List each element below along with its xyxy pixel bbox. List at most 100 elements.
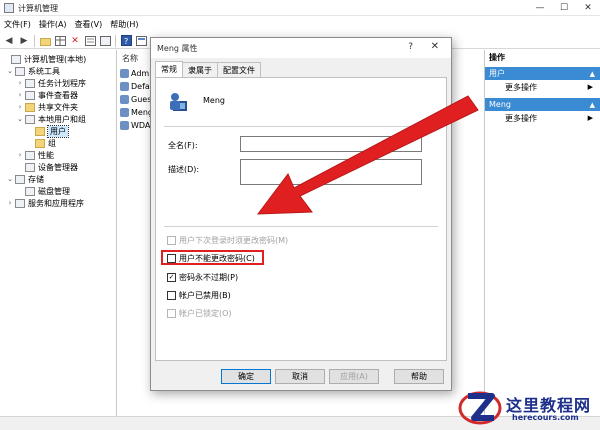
users-icon [25, 114, 35, 124]
user-icon [120, 94, 129, 104]
menu-view[interactable]: 查看(V) [75, 19, 103, 30]
tree-item-shared-folders[interactable]: › 共享文件夹 [16, 101, 78, 113]
tree-item-system-tools[interactable]: ⌄ 系统工具 [6, 65, 60, 77]
menu-help[interactable]: 帮助(H) [110, 19, 138, 30]
user-icon [120, 107, 129, 117]
list-item[interactable]: WDA [119, 119, 150, 131]
column-header-name[interactable]: 名称 [119, 53, 138, 63]
storage-icon [15, 174, 25, 184]
menubar: 文件(F) 操作(A) 查看(V) 帮助(H) [0, 17, 600, 32]
tree-item-users[interactable]: 用户 [26, 124, 69, 138]
export-icon[interactable] [99, 35, 111, 47]
event-viewer-icon [25, 90, 35, 100]
window-controls: — ☐ ✕ [528, 0, 600, 16]
general-tab-panel: Meng 全名(F): 描述(D): 用户下次登录时须更改密码(M) 用户不能更… [155, 77, 447, 361]
expand-icon: › [18, 79, 22, 87]
watermark-url: herecours.com [512, 413, 579, 422]
help-icon[interactable]: ? [120, 35, 132, 47]
disk-icon [25, 186, 35, 196]
fullname-input[interactable] [240, 136, 422, 152]
actions-section-users[interactable]: 用户 ▲ [485, 67, 600, 80]
tree-item-groups[interactable]: 组 [26, 137, 56, 149]
apply-button[interactable]: 应用(A) [329, 369, 379, 384]
user-icon [120, 81, 129, 91]
main-titlebar: 计算机管理 — ☐ ✕ [0, 0, 600, 16]
folder-icon [35, 126, 45, 136]
back-icon[interactable]: ◀ [3, 35, 15, 47]
tree-item-local-users-groups[interactable]: ⌄ 本地用户和组 [16, 113, 86, 125]
more-actions-meng[interactable]: 更多操作 ▶ [485, 112, 600, 124]
site-watermark: 这里教程网 herecours.com [456, 386, 600, 428]
dialog-titlebar: Meng 属性 ? ✕ [151, 38, 451, 58]
list-item[interactable]: Admi [119, 67, 151, 79]
list-item[interactable]: Defa [119, 80, 150, 92]
maximize-button[interactable]: ☐ [552, 0, 576, 16]
properties-icon[interactable] [84, 35, 96, 47]
dialog-help-button[interactable]: ? [408, 42, 413, 52]
view-icon[interactable] [135, 35, 147, 47]
window-title: 计算机管理 [18, 4, 58, 13]
user-icon [120, 120, 129, 130]
tab-profile[interactable]: 配置文件 [217, 62, 261, 77]
checkbox-must-change-password[interactable]: 用户下次登录时须更改密码(M) [167, 234, 288, 246]
cancel-button[interactable]: 取消 [275, 369, 325, 384]
collapse-icon: ⌄ [17, 115, 23, 123]
folder-up-icon[interactable] [39, 35, 51, 47]
tools-icon [15, 66, 25, 76]
dialog-tabs: 常规 隶属于 配置文件 [155, 61, 261, 77]
list-item[interactable]: Meng [119, 106, 153, 118]
dialog-close-button[interactable]: ✕ [431, 41, 439, 52]
device-manager-icon [25, 162, 35, 172]
actions-section-meng[interactable]: Meng ▲ [485, 98, 600, 111]
delete-icon[interactable]: ✕ [69, 35, 81, 47]
divider [164, 126, 438, 127]
clock-icon [25, 78, 35, 88]
expand-icon: › [18, 151, 22, 159]
checkbox-account-disabled[interactable]: 帐户已禁用(B) [167, 289, 231, 301]
close-button[interactable]: ✕ [576, 0, 600, 16]
ok-button[interactable]: 确定 [221, 369, 271, 384]
grid-icon[interactable] [54, 35, 66, 47]
submenu-arrow-icon: ▶ [587, 114, 593, 122]
user-properties-dialog: Meng 属性 ? ✕ 常规 隶属于 配置文件 Meng 全名(F): 描述(D… [150, 37, 452, 391]
tree-item-disk-management[interactable]: 磁盘管理 [16, 185, 70, 197]
menu-action[interactable]: 操作(A) [39, 19, 67, 30]
checkbox-box [167, 290, 176, 300]
navigation-tree: 计算机管理(本地) ⌄ 系统工具 › 任务计划程序 › 事件查看器 › 共享文件… [0, 50, 117, 416]
more-actions-users[interactable]: 更多操作 ▶ [485, 81, 600, 93]
actions-title: 操作 [489, 53, 505, 62]
collapse-icon: ⌄ [7, 175, 13, 183]
checkbox-password-never-expires[interactable]: ✓ 密码永不过期(P) [167, 271, 238, 283]
tree-item-performance[interactable]: › 性能 [16, 149, 54, 161]
checkbox-account-locked[interactable]: 帐户已锁定(O) [167, 307, 232, 319]
tree-item-device-manager[interactable]: 设备管理器 [16, 161, 78, 173]
collapse-icon: ⌄ [7, 67, 13, 75]
menu-file[interactable]: 文件(F) [4, 19, 31, 30]
site-logo-icon [458, 391, 502, 425]
tree-item-storage[interactable]: ⌄ 存储 [6, 173, 44, 185]
list-item[interactable]: Gues [119, 93, 151, 105]
tree-item-task-scheduler[interactable]: › 任务计划程序 [16, 77, 86, 89]
checkmark-icon: ✓ [167, 272, 176, 282]
tree-item-services-applications[interactable]: › 服务和应用程序 [6, 197, 84, 209]
user-avatar-icon [170, 93, 187, 111]
expand-icon: › [18, 103, 22, 111]
help-button[interactable]: 帮助 [394, 369, 444, 384]
description-input[interactable] [240, 159, 422, 185]
checkbox-box [167, 308, 176, 318]
toolbar-separator [115, 34, 116, 47]
tab-general[interactable]: 常规 [155, 61, 183, 77]
expand-icon: › [18, 91, 22, 99]
toolbar-separator [34, 34, 35, 47]
forward-icon[interactable]: ▶ [18, 35, 30, 47]
highlight-annotation [161, 250, 264, 265]
minimize-button[interactable]: — [528, 0, 552, 16]
user-icon [120, 68, 129, 78]
computer-icon [11, 54, 21, 64]
folder-icon [35, 138, 45, 148]
tree-item-root[interactable]: 计算机管理(本地) [2, 53, 86, 65]
tree-item-event-viewer[interactable]: › 事件查看器 [16, 89, 78, 101]
fullname-label: 全名(F): [168, 141, 198, 150]
dialog-title: Meng 属性 [157, 44, 198, 53]
tab-member-of[interactable]: 隶属于 [182, 62, 218, 77]
